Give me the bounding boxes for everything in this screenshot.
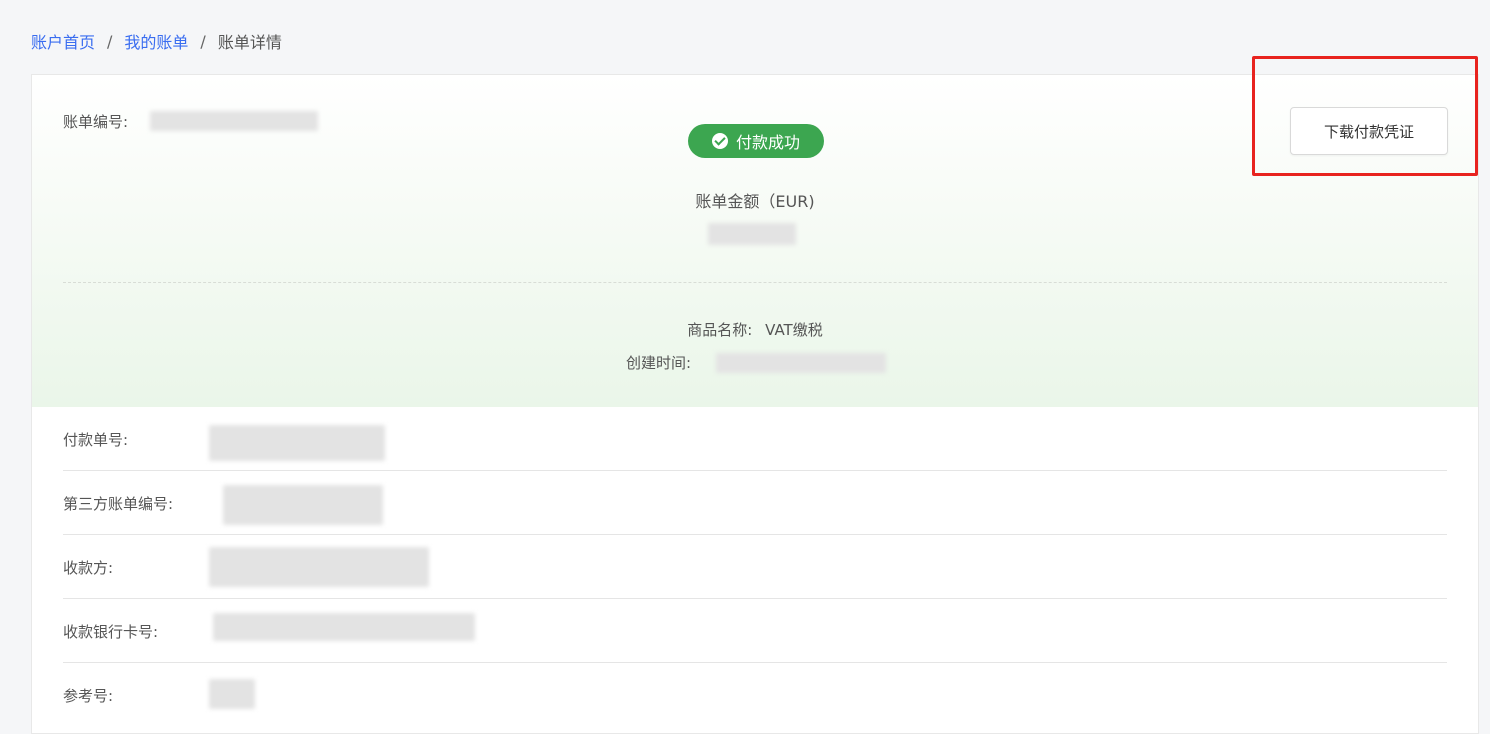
detail-row-third-party-bill-number: 第三方账单编号: — [63, 471, 1447, 535]
reference-number-label: 参考号: — [63, 687, 114, 705]
payee-value-redacted — [209, 547, 429, 587]
product-name-label: 商品名称: — [687, 321, 753, 339]
created-time-value-redacted — [716, 353, 886, 373]
payment-number-value-redacted — [209, 425, 385, 461]
product-name: 商品名称: VAT缴税 — [32, 319, 1478, 340]
payment-number-label: 付款单号: — [63, 431, 129, 449]
download-receipt-button[interactable]: 下载付款凭证 — [1290, 107, 1448, 155]
payee-bank-card-value-redacted — [213, 613, 475, 641]
reference-number-value-redacted — [209, 679, 255, 709]
detail-row-payment-number: 付款单号: — [63, 407, 1447, 471]
bill-number-label: 账单编号: — [63, 113, 129, 131]
status-badge: 付款成功 — [688, 124, 824, 158]
status-text: 付款成功 — [735, 133, 800, 152]
breadcrumb: 账户首页 / 我的账单 / 账单详情 — [31, 29, 282, 53]
payee-bank-card-label: 收款银行卡号: — [63, 623, 159, 641]
bill-detail-card: 账单编号: 付款成功 账单金额（EUR) 商品名称: VAT缴税 创建时间: 下… — [31, 74, 1479, 734]
created-time-label: 创建时间: — [626, 354, 692, 372]
detail-row-payee: 收款方: — [63, 535, 1447, 599]
section-divider — [63, 282, 1447, 283]
third-party-bill-number-label: 第三方账单编号: — [63, 495, 174, 513]
product-name-value: VAT缴税 — [765, 321, 823, 339]
breadcrumb-my-bills[interactable]: 我的账单 — [124, 29, 188, 53]
payee-label: 收款方: — [63, 559, 114, 577]
bill-amount-label: 账单金额（EUR) — [695, 192, 815, 211]
check-circle-icon — [711, 133, 728, 149]
breadcrumb-current: 账单详情 — [217, 33, 282, 52]
breadcrumb-separator: / — [200, 31, 206, 51]
third-party-bill-number-value-redacted — [223, 485, 383, 525]
breadcrumb-separator: / — [107, 31, 113, 51]
bill-number-value-redacted — [150, 111, 318, 131]
detail-row-reference-number: 参考号: — [63, 663, 1447, 727]
breadcrumb-account-home[interactable]: 账户首页 — [31, 29, 95, 53]
bill-summary: 账单编号: 付款成功 账单金额（EUR) 商品名称: VAT缴税 创建时间: 下… — [32, 75, 1478, 407]
bill-amount-value-redacted — [708, 223, 796, 245]
detail-row-payee-bank-card: 收款银行卡号: — [63, 599, 1447, 663]
